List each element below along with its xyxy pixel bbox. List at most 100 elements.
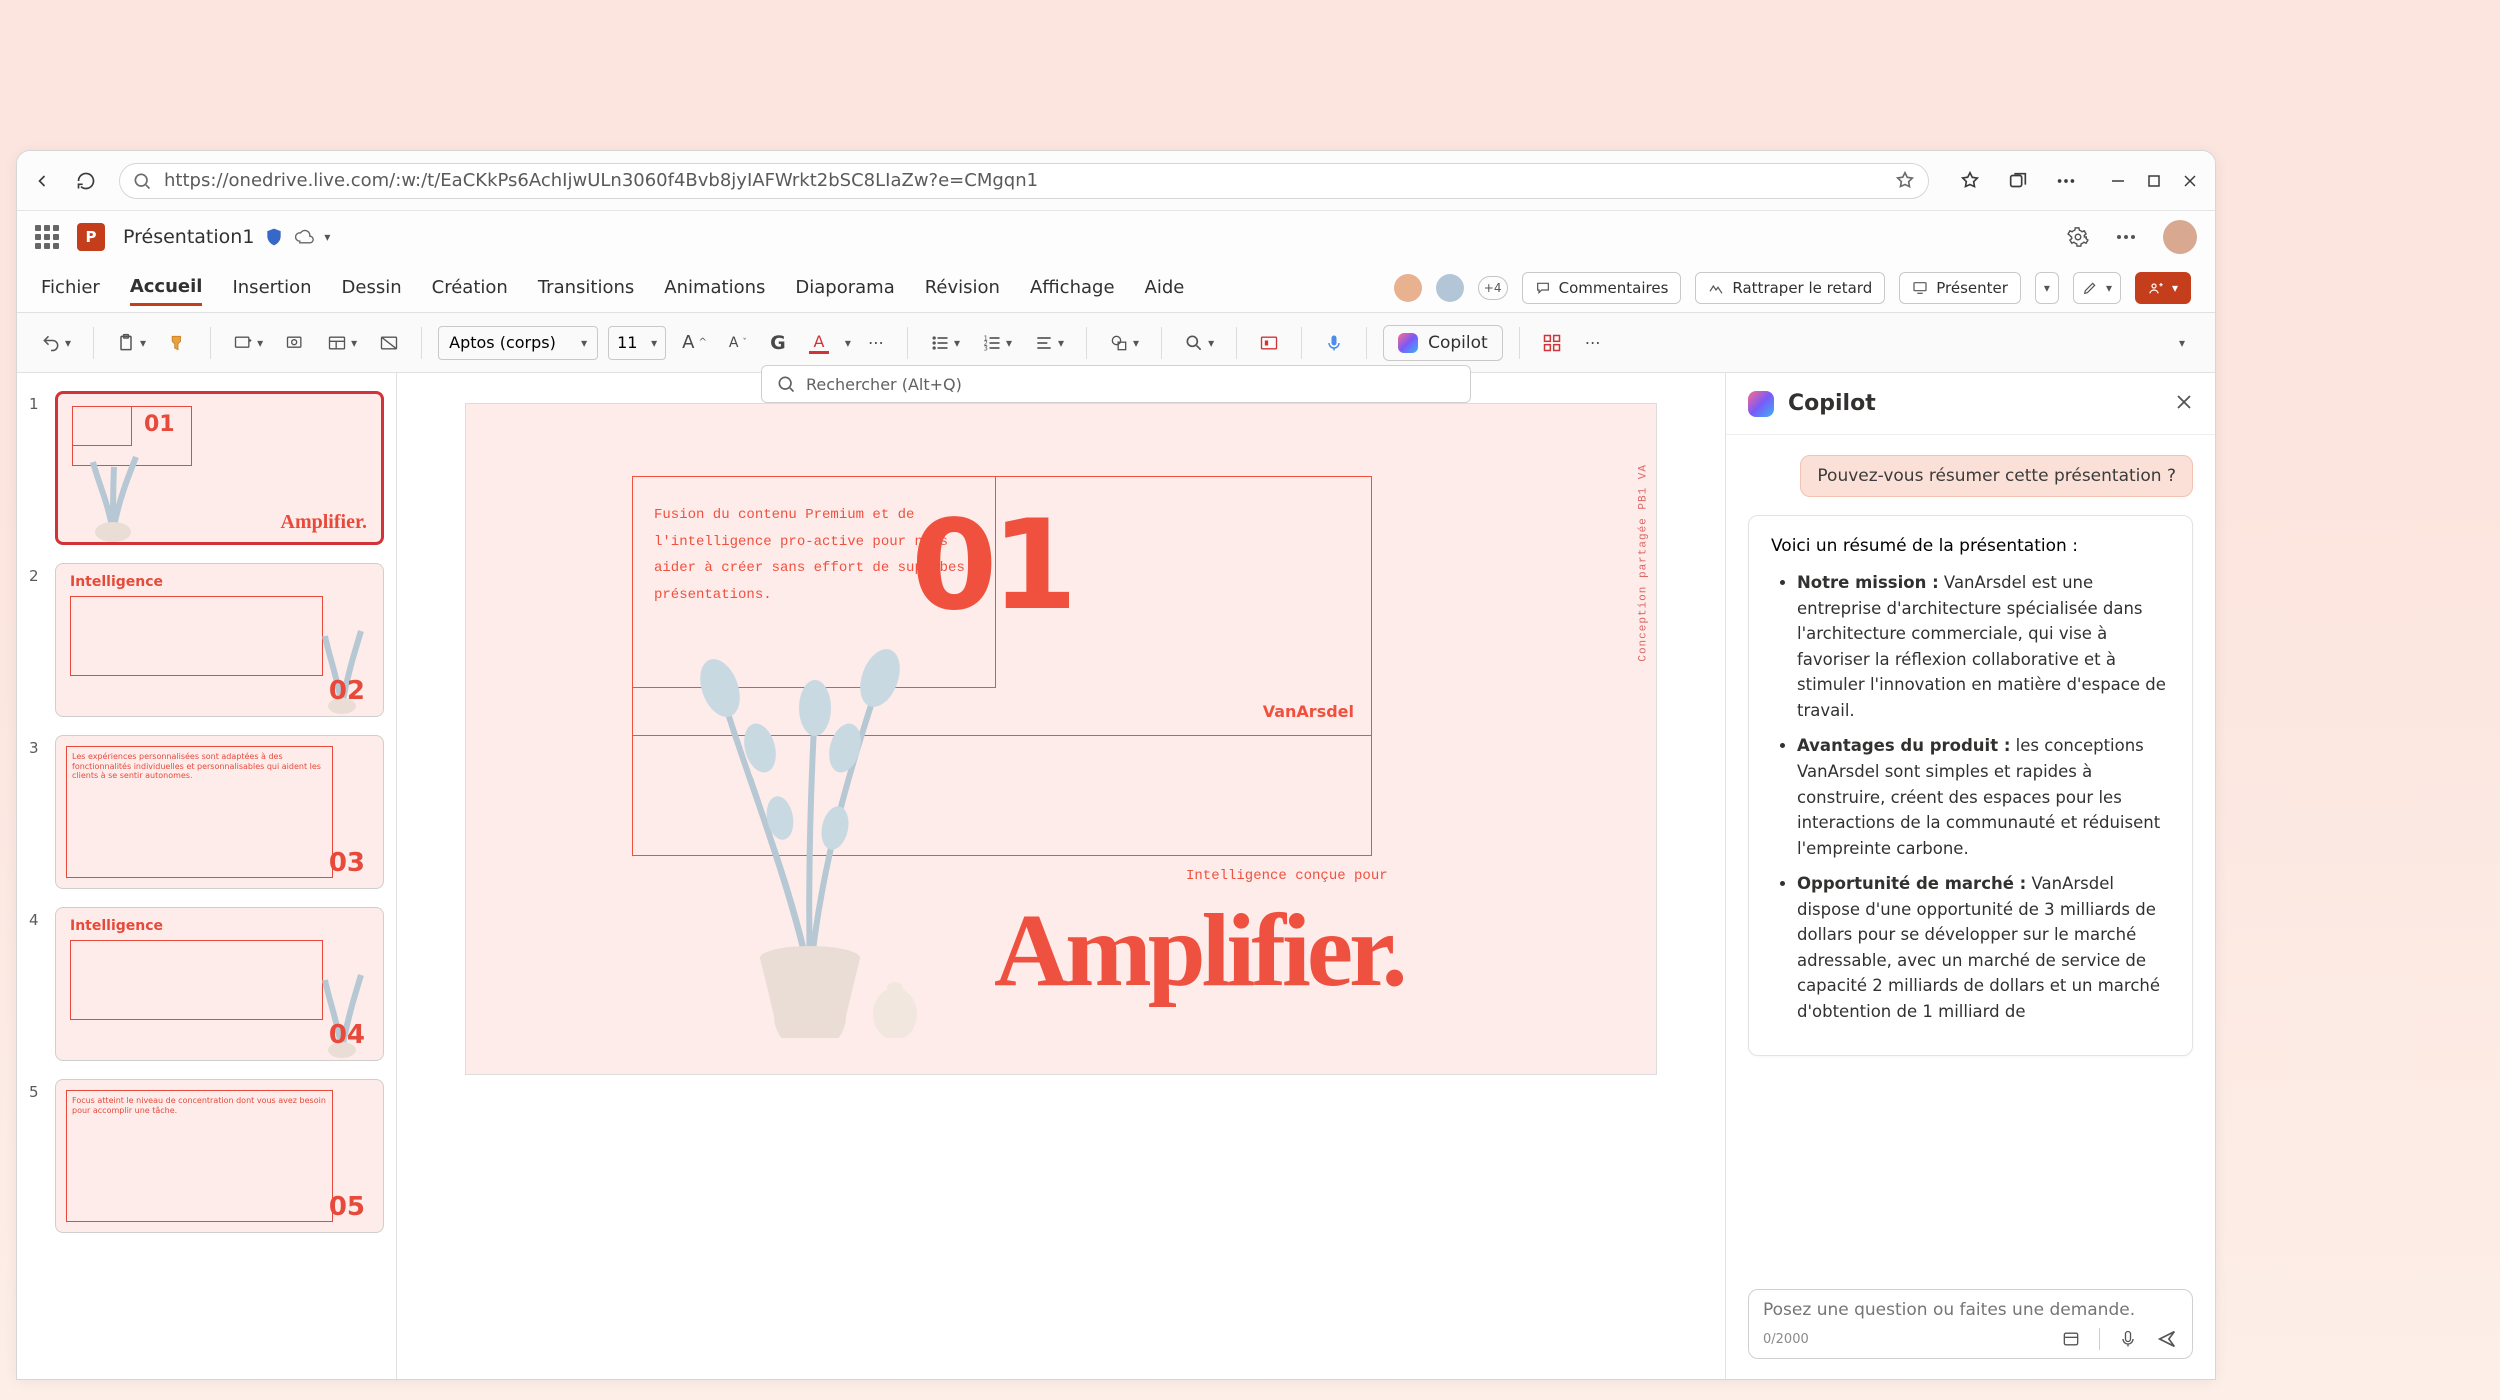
- slide-thumbnail[interactable]: 01 Amplifier.: [55, 391, 384, 545]
- font-color-button[interactable]: A: [803, 326, 835, 360]
- section-button[interactable]: [373, 326, 405, 360]
- comments-button[interactable]: Commentaires: [1522, 272, 1682, 304]
- slide[interactable]: Fusion du contenu Premium et de l'intell…: [465, 403, 1657, 1075]
- tab-animations[interactable]: Animations: [664, 271, 765, 304]
- back-icon[interactable]: [31, 170, 53, 192]
- tab-draw[interactable]: Dessin: [342, 271, 402, 304]
- more-commands-button[interactable]: ⋯: [1578, 326, 1608, 360]
- numbering-button[interactable]: 123▾: [976, 326, 1018, 360]
- slide-canvas-area[interactable]: Fusion du contenu Premium et de l'intell…: [397, 373, 1725, 1379]
- align-button[interactable]: ▾: [1028, 326, 1070, 360]
- svg-text:3: 3: [984, 344, 988, 352]
- cloud-sync-icon: [294, 227, 314, 247]
- slide-thumbnail[interactable]: Focus atteint le niveau de concentration…: [55, 1079, 384, 1233]
- designer-button[interactable]: [1253, 326, 1285, 360]
- window-caption-buttons: [2107, 170, 2201, 192]
- catchup-button[interactable]: Rattraper le retard: [1695, 272, 1885, 304]
- thumbnail-panel[interactable]: 1 01 Amplifier. 2 Intelligence: [17, 373, 397, 1379]
- copilot-char-count: 0/2000: [1763, 1332, 1809, 1347]
- copilot-button[interactable]: Copilot: [1383, 325, 1503, 361]
- tab-design[interactable]: Création: [432, 271, 508, 304]
- tab-insert[interactable]: Insertion: [232, 271, 311, 304]
- find-button[interactable]: ▾: [1178, 326, 1220, 360]
- present-dropdown[interactable]: ▾: [2035, 272, 2059, 304]
- layout-button[interactable]: ▾: [321, 326, 363, 360]
- grow-font-button[interactable]: A^: [676, 326, 713, 360]
- shapes-button[interactable]: ▾: [1103, 326, 1145, 360]
- favorites-icon[interactable]: [1959, 170, 1981, 192]
- shrink-font-button[interactable]: Aˇ: [723, 326, 753, 360]
- comment-icon: [1535, 280, 1551, 296]
- avatar[interactable]: [2163, 220, 2197, 254]
- undo-button[interactable]: ▾: [35, 326, 77, 360]
- url-end-icons: [1959, 170, 2077, 192]
- workspace: 1 01 Amplifier. 2 Intelligence: [17, 373, 2215, 1379]
- copilot-body: Pouvez-vous résumer cette présentation ?…: [1726, 435, 2215, 1379]
- copilot-title: Copilot: [1788, 391, 1876, 416]
- new-slide-button[interactable]: ▾: [227, 326, 269, 360]
- tab-home[interactable]: Accueil: [130, 270, 203, 306]
- font-color-dropdown[interactable]: ▾: [845, 336, 851, 350]
- presence-more-badge[interactable]: +4: [1478, 276, 1508, 300]
- dictate-button[interactable]: [1318, 326, 1350, 360]
- tab-review[interactable]: Révision: [925, 271, 1000, 304]
- copilot-input[interactable]: 0/2000: [1748, 1289, 2193, 1359]
- slide-subhead: Intelligence conçue pour: [1186, 868, 1388, 884]
- maximize-button[interactable]: [2143, 170, 2165, 192]
- close-icon[interactable]: [2175, 393, 2193, 415]
- share-button[interactable]: ▾: [2135, 272, 2191, 304]
- collections-icon[interactable]: [2007, 170, 2029, 192]
- search-box[interactable]: Rechercher (Alt+Q): [761, 365, 1471, 403]
- tab-transitions[interactable]: Transitions: [538, 271, 634, 304]
- url-field[interactable]: [119, 163, 1929, 199]
- tab-slideshow[interactable]: Diaporama: [795, 271, 894, 304]
- slide-thumbnail[interactable]: Intelligence 02: [55, 563, 384, 717]
- more-icon[interactable]: [2055, 170, 2077, 192]
- copilot-lead: Voici un résumé de la présentation :: [1771, 536, 2170, 556]
- more-font-button[interactable]: ⋯: [861, 326, 891, 360]
- thumb-number: 4: [29, 907, 47, 1061]
- gear-icon[interactable]: [2067, 226, 2089, 248]
- reuse-slides-button[interactable]: [279, 326, 311, 360]
- document-title[interactable]: Présentation1 ▾: [123, 226, 330, 248]
- more-icon[interactable]: [2115, 226, 2137, 248]
- presence-avatar[interactable]: [1436, 274, 1464, 302]
- bold-button[interactable]: G: [763, 326, 793, 360]
- comments-label: Commentaires: [1559, 279, 1669, 297]
- paste-button[interactable]: ▾: [110, 326, 152, 360]
- bullets-button[interactable]: ▾: [924, 326, 966, 360]
- send-icon[interactable]: [2156, 1328, 2178, 1350]
- minimize-button[interactable]: [2107, 170, 2129, 192]
- grid-view-button[interactable]: [1536, 326, 1568, 360]
- card-icon[interactable]: [2061, 1329, 2081, 1349]
- presence-avatar[interactable]: [1394, 274, 1422, 302]
- copilot-input-field[interactable]: [1763, 1300, 2178, 1320]
- refresh-icon[interactable]: [75, 170, 97, 192]
- format-painter-button[interactable]: [162, 326, 194, 360]
- thumb-number: 2: [29, 563, 47, 717]
- font-size-select[interactable]: 11▾: [608, 326, 666, 360]
- editing-mode-button[interactable]: ▾: [2073, 272, 2121, 304]
- close-button[interactable]: [2179, 170, 2201, 192]
- tab-view[interactable]: Affichage: [1030, 271, 1115, 304]
- slide-thumbnail[interactable]: Intelligence 04: [55, 907, 384, 1061]
- copilot-bullet: Opportunité de marché : VanArsdel dispos…: [1797, 871, 2170, 1024]
- search-placeholder: Rechercher (Alt+Q): [806, 375, 962, 394]
- font-name-value: Aptos (corps): [449, 333, 556, 352]
- tab-help[interactable]: Aide: [1145, 271, 1185, 304]
- url-input[interactable]: [164, 170, 1882, 191]
- search-icon: [132, 171, 152, 191]
- copilot-header: Copilot: [1726, 373, 2215, 435]
- chevron-down-icon[interactable]: ▾: [324, 230, 330, 244]
- tab-file[interactable]: Fichier: [41, 271, 100, 304]
- microphone-icon[interactable]: [2118, 1329, 2138, 1349]
- app-launcher-icon[interactable]: [35, 225, 59, 249]
- thumb-number: 5: [29, 1079, 47, 1233]
- present-icon: [1912, 280, 1928, 296]
- present-button[interactable]: Présenter: [1899, 272, 2021, 304]
- font-name-select[interactable]: Aptos (corps)▾: [438, 326, 598, 360]
- ribbon-toggle-button[interactable]: ▾: [2167, 326, 2197, 360]
- pencil-icon: [2082, 280, 2098, 296]
- slide-thumbnail[interactable]: Les expériences personnalisées sont adap…: [55, 735, 384, 889]
- star-add-icon[interactable]: [1894, 170, 1916, 192]
